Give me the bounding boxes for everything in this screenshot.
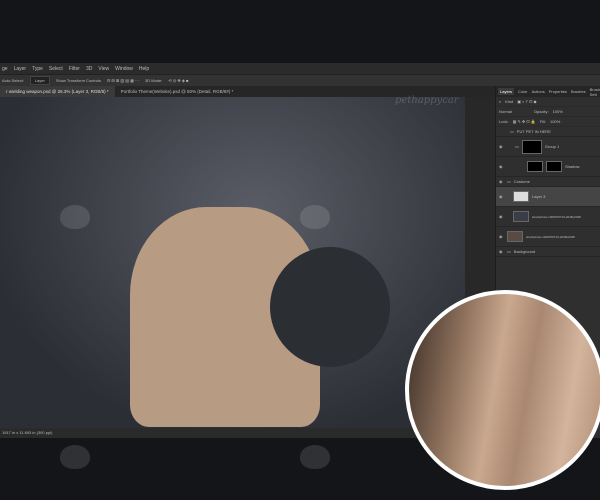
menu-item-filter[interactable]: Filter	[69, 66, 80, 72]
layer-group-background[interactable]: ◉ ▭ Background	[496, 247, 600, 257]
opacity-label: Opacity:	[533, 109, 549, 114]
layer-group-put-pet[interactable]: ▭ PUT PET IN HERE	[496, 127, 600, 137]
search-icon: ⌕	[499, 99, 502, 104]
lock-row: Lock: ▦ ✎ ✥ ⊡ 🔒 Fill: 100%	[496, 117, 600, 127]
magnifier-closeup	[405, 290, 600, 490]
lock-label: Lock:	[499, 119, 509, 124]
menu-item[interactable]: ge	[2, 66, 8, 72]
menu-item-select[interactable]: Select	[49, 66, 63, 72]
paw-logo-watermark	[300, 445, 330, 469]
top-backdrop	[0, 0, 600, 63]
menu-bar: ge Layer Type Select Filter 3D View Wind…	[0, 63, 600, 74]
layer-name: istockphoto-1309979710-2048x2048	[532, 214, 581, 219]
layer-thumbnail	[527, 161, 543, 172]
folder-icon: ▭	[515, 144, 519, 149]
paw-logo-watermark	[60, 445, 90, 469]
menu-item-help[interactable]: Help	[139, 66, 149, 72]
layer-name: istockphoto-1309979710-2048x2048	[526, 234, 575, 239]
tab-brush-settings[interactable]: Brush Sett	[590, 87, 600, 97]
eye-icon[interactable]: ◉	[499, 144, 504, 149]
eye-icon[interactable]: ◉	[499, 249, 504, 254]
layer-name: Costume	[513, 179, 530, 184]
layer-name: Shadow	[565, 164, 580, 169]
tab-brushes[interactable]: Brushes	[571, 89, 586, 94]
menu-item-type[interactable]: Type	[32, 66, 43, 72]
watermark-text: pethappycar	[395, 95, 459, 106]
layer-istock-1[interactable]: ◉ istockphoto-1309979710-2048x2048	[496, 207, 600, 227]
filter-icons[interactable]: ▣ ◐ T ⊡ ◆	[517, 99, 536, 104]
show-transform-checkbox[interactable]: Show Transform Controls	[56, 78, 101, 83]
layer-shadow[interactable]: ◉ Shadow	[496, 157, 600, 177]
lock-icons[interactable]: ▦ ✎ ✥ ⊡ 🔒	[513, 119, 536, 124]
mask-thumbnail	[521, 139, 542, 154]
fill-field[interactable]: 100%	[550, 119, 560, 124]
layer-group-1[interactable]: ◉ ▭ Group 1	[496, 137, 600, 157]
eye-icon[interactable]: ◉	[499, 234, 504, 239]
tab-document-2[interactable]: Portfolio Theme(Website).psd @ 50% (Deta…	[115, 86, 240, 97]
menu-item-layer[interactable]: Layer	[14, 66, 27, 72]
3d-mode-label: 3D Mode:	[145, 78, 163, 83]
layer-thumbnail	[513, 211, 529, 222]
folder-icon: ▭	[510, 129, 514, 134]
layer-group-costume[interactable]: ◉ ▭ Costume	[496, 177, 600, 187]
artwork-image	[0, 97, 465, 428]
opacity-field[interactable]: 100%	[553, 109, 563, 114]
tab-actions[interactable]: Actions	[532, 89, 545, 94]
layer-3[interactable]: ◉ Layer 3	[496, 187, 600, 207]
options-bar: Auto-Select: Layer Show Transform Contro…	[0, 74, 600, 86]
layer-istock-2[interactable]: ◉ istockphoto-1309979710-2048x2048	[496, 227, 600, 247]
tab-document-1[interactable]: r wielding weapon.psd @ 26.3% (Layer 3, …	[0, 86, 115, 97]
layer-thumbnail	[507, 231, 523, 242]
3d-tools-icons[interactable]: ⟲ ◎ ✥ ◈ ■	[168, 78, 188, 83]
tab-properties[interactable]: Properties	[549, 89, 567, 94]
eye-icon[interactable]: ◉	[499, 194, 504, 199]
layer-name: Layer 3	[532, 194, 546, 199]
paw-logo-watermark	[60, 205, 90, 229]
paw-logo-watermark	[300, 205, 330, 229]
filter-row: ⌕ Kind ▣ ◐ T ⊡ ◆	[496, 97, 600, 107]
panel-tabs: Layers Color Actions Properties Brushes …	[496, 86, 600, 97]
menu-item-window[interactable]: Window	[115, 66, 133, 72]
auto-select-checkbox[interactable]: Auto-Select:	[2, 78, 24, 83]
layer-name: Background	[513, 249, 536, 254]
layer-name: PUT PET IN HERE	[516, 129, 551, 134]
layer-name: Group 1	[544, 144, 560, 149]
tab-color[interactable]: Color	[518, 89, 528, 94]
folder-icon: ▭	[507, 179, 511, 184]
blend-mode-dropdown[interactable]: Normal	[499, 109, 512, 114]
eye-icon[interactable]: ◉	[499, 179, 504, 184]
fill-label: Fill:	[539, 119, 547, 124]
tab-layers[interactable]: Layers	[498, 88, 515, 95]
blend-row: Normal Opacity: 100%	[496, 107, 600, 117]
align-icons[interactable]: ⊟ ⊞ ⊠ ▥ ▤ ▦ ⋯	[107, 78, 139, 83]
menu-item-view[interactable]: View	[98, 66, 109, 72]
kind-dropdown[interactable]: Kind	[505, 99, 513, 104]
eye-icon[interactable]: ◉	[499, 214, 504, 219]
eye-icon[interactable]: ◉	[499, 164, 504, 169]
menu-item-3d[interactable]: 3D	[86, 66, 92, 72]
folder-icon: ▭	[507, 249, 511, 254]
layer-thumbnail	[513, 191, 529, 202]
mask-thumbnail	[546, 161, 562, 172]
layer-select-dropdown[interactable]: Layer	[29, 76, 50, 85]
